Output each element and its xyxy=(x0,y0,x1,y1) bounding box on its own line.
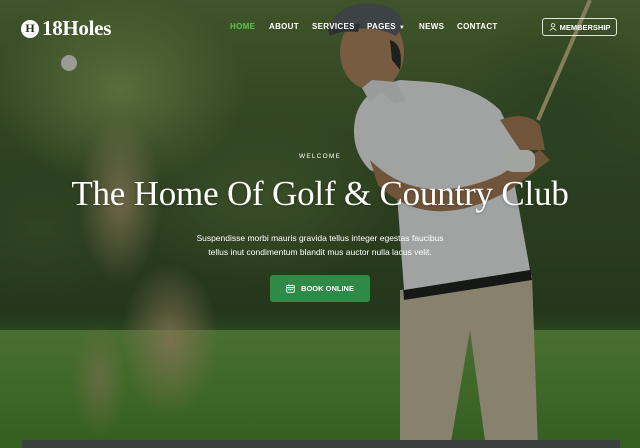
nav-item-about[interactable]: ABOUT xyxy=(269,22,299,31)
membership-button[interactable]: MEMBERSHIP xyxy=(542,18,617,36)
nav-item-home[interactable]: HOME xyxy=(230,22,255,31)
site-logo[interactable]: H 18Holes xyxy=(21,16,111,41)
nav-item-pages[interactable]: PAGES ▼ xyxy=(367,22,405,31)
hero-subtitle-line2: tellus inut condimentum blandit mus auct… xyxy=(208,247,432,257)
hero-eyebrow: WELCOME xyxy=(299,153,341,160)
bottom-section-edge xyxy=(22,440,620,448)
book-online-button[interactable]: BOOK ONLINE xyxy=(270,275,370,302)
calendar-icon xyxy=(286,284,295,293)
nav-item-services[interactable]: SERVICES xyxy=(312,22,355,31)
book-online-label: BOOK ONLINE xyxy=(301,284,354,293)
hero-overlay xyxy=(0,0,640,448)
membership-label: MEMBERSHIP xyxy=(559,22,611,32)
logo-badge-icon: H xyxy=(21,19,39,38)
hero-subtitle: Suspendisse morbi mauris gravida tellus … xyxy=(170,231,470,259)
logo-text: 18Holes xyxy=(42,16,112,40)
nav-item-news[interactable]: NEWS xyxy=(419,22,444,31)
top-navbar: H 18Holes HOME ABOUT SERVICES PAGES ▼ NEW… xyxy=(0,0,640,54)
hero-title: The Home Of Golf & Country Club xyxy=(71,174,569,213)
nav-item-pages-label: PAGES xyxy=(367,22,396,31)
nav-item-contact[interactable]: CONTACT xyxy=(457,22,498,31)
hero-subtitle-line1: Suspendisse morbi mauris gravida tellus … xyxy=(196,233,444,243)
hero-section xyxy=(0,0,640,448)
user-icon xyxy=(549,23,557,31)
chevron-down-icon: ▼ xyxy=(398,25,406,31)
